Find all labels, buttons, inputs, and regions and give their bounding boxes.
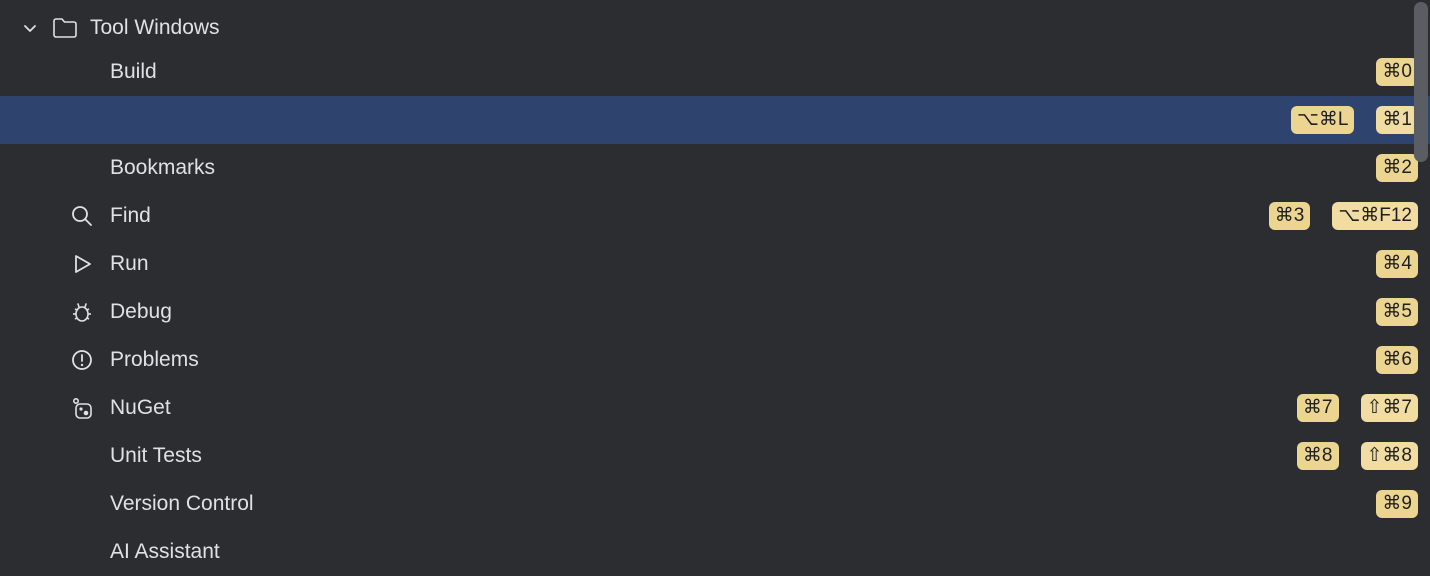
shortcut-badge: ⌘4 — [1376, 250, 1418, 279]
tree-item-bookmarks[interactable]: Bookmarks ⌘2 — [0, 144, 1430, 192]
item-left: Problems — [70, 348, 199, 372]
group-title: Tool Windows — [90, 16, 220, 40]
shortcut-badge: ⌘3 — [1269, 202, 1311, 231]
item-shortcuts: ⌘4 — [1376, 250, 1418, 279]
shortcut-badge: ⌥⌘F12 — [1332, 202, 1418, 231]
tree-item-problems[interactable]: Problems ⌘6 — [0, 336, 1430, 384]
folder-icon — [52, 17, 78, 39]
play-icon — [70, 252, 98, 276]
item-label: NuGet — [110, 396, 171, 420]
item-label: Debug — [110, 300, 172, 324]
scrollbar-thumb[interactable] — [1414, 2, 1428, 162]
group-header-tool-windows[interactable]: Tool Windows — [0, 8, 1430, 48]
warning-icon — [70, 348, 98, 372]
item-left: Run — [70, 252, 149, 276]
tree-item-build[interactable]: Build ⌘0 — [0, 48, 1430, 96]
item-left: Debug — [70, 300, 172, 324]
shortcut-badge: ⌘1 — [1376, 106, 1418, 135]
nuget-icon — [70, 396, 98, 420]
shortcut-badge: ⇧⌘7 — [1361, 394, 1419, 423]
shortcut-badge: ⌘9 — [1376, 490, 1418, 519]
bug-icon — [70, 300, 98, 324]
item-left: AI Assistant — [70, 540, 220, 564]
shortcut-badge: ⌥⌘L — [1291, 106, 1354, 135]
item-label: Run — [110, 252, 149, 276]
tree-item-version-control[interactable]: Version Control ⌘9 — [0, 480, 1430, 528]
item-left: Version Control — [70, 492, 254, 516]
shortcut-badge: ⌘8 — [1297, 442, 1339, 471]
item-left: Unit Tests — [70, 444, 202, 468]
tree-item-ai-assistant[interactable]: AI Assistant — [0, 528, 1430, 576]
item-left: Bookmarks — [70, 156, 215, 180]
shortcut-badge: ⌘2 — [1376, 154, 1418, 183]
item-label: Version Control — [110, 492, 254, 516]
tree-item-unit-tests[interactable]: Unit Tests ⌘8 ⇧⌘8 — [0, 432, 1430, 480]
item-label: Bookmarks — [110, 156, 215, 180]
item-left: Build — [70, 60, 157, 84]
item-label: Problems — [110, 348, 199, 372]
item-label: Find — [110, 204, 151, 228]
shortcut-badge: ⌘7 — [1297, 394, 1339, 423]
item-shortcuts: ⌘9 — [1376, 490, 1418, 519]
item-shortcuts: ⌥⌘L ⌘1 — [1291, 106, 1418, 135]
item-shortcuts: ⌘0 — [1376, 58, 1418, 87]
chevron-down-icon — [20, 21, 40, 35]
search-icon — [70, 204, 98, 228]
item-shortcuts: ⌘6 — [1376, 346, 1418, 375]
item-label: Unit Tests — [110, 444, 202, 468]
item-label: AI Assistant — [110, 540, 220, 564]
item-shortcuts: ⌘3 ⌥⌘F12 — [1269, 202, 1418, 231]
item-label: Build — [110, 60, 157, 84]
shortcut-badge: ⌘0 — [1376, 58, 1418, 87]
item-left: NuGet — [70, 396, 171, 420]
shortcut-badge: ⌘5 — [1376, 298, 1418, 327]
item-shortcuts: ⌘2 — [1376, 154, 1418, 183]
shortcut-badge: ⇧⌘8 — [1361, 442, 1419, 471]
item-shortcuts: ⌘8 ⇧⌘8 — [1297, 442, 1418, 471]
tree-container[interactable]: Tool Windows Build ⌘0 ⌥⌘L ⌘1 Bookmarks ⌘2 Find… — [0, 0, 1430, 576]
tree-item-nuget[interactable]: NuGet ⌘7 ⇧⌘7 — [0, 384, 1430, 432]
tree-item-item-1[interactable]: ⌥⌘L ⌘1 — [0, 96, 1430, 144]
tree-item-debug[interactable]: Debug ⌘5 — [0, 288, 1430, 336]
item-shortcuts: ⌘7 ⇧⌘7 — [1297, 394, 1418, 423]
item-shortcuts: ⌘5 — [1376, 298, 1418, 327]
tree-item-run[interactable]: Run ⌘4 — [0, 240, 1430, 288]
shortcut-badge: ⌘6 — [1376, 346, 1418, 375]
tree-item-find[interactable]: Find ⌘3 ⌥⌘F12 — [0, 192, 1430, 240]
item-left: Find — [70, 204, 151, 228]
